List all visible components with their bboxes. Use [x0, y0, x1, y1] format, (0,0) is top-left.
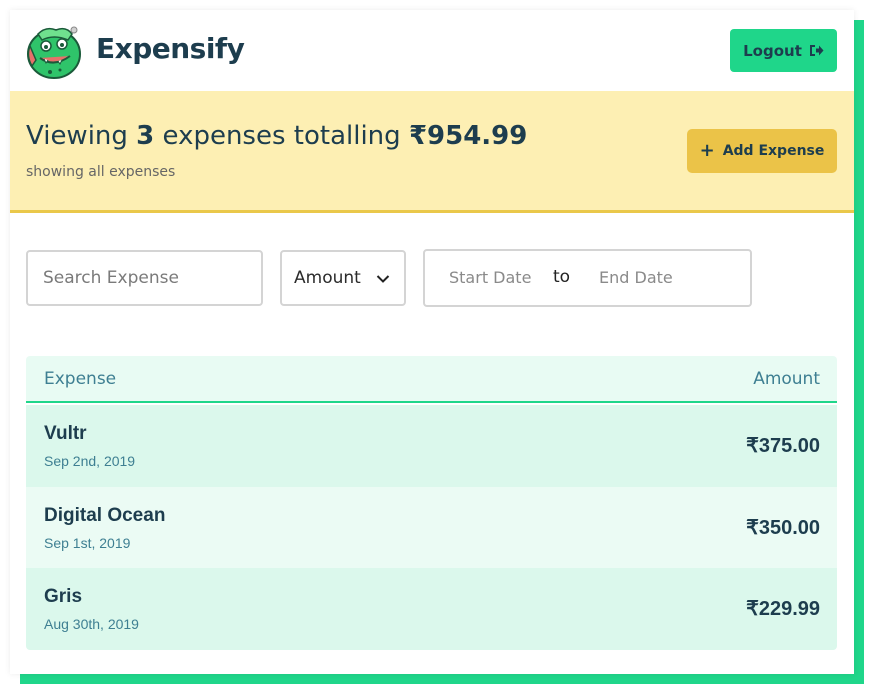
logout-label: Logout: [743, 41, 802, 60]
summary-prefix: Viewing: [26, 121, 137, 151]
expense-amount: ₹229.99: [746, 598, 820, 620]
expense-name: Digital Ocean: [44, 505, 166, 526]
logout-button[interactable]: Logout: [730, 29, 837, 72]
date-range-picker: Start Date to End Date: [423, 249, 752, 307]
expense-count: 3: [136, 121, 155, 151]
expense-date: Aug 30th, 2019: [44, 616, 139, 632]
expense-summary: Viewing 3 expenses totalling ₹954.99 sho…: [10, 91, 854, 213]
expense-date: Sep 2nd, 2019: [44, 453, 136, 469]
table-header: Expense Amount: [26, 356, 837, 403]
table-row[interactable]: Digital Ocean Sep 1st, 2019 ₹350.00: [26, 487, 837, 569]
dragon-mascot-icon: [27, 26, 81, 79]
plus-icon: +: [699, 140, 715, 161]
sort-select-value: Amount: [294, 268, 361, 288]
app-header: Expensify Logout: [10, 10, 854, 91]
expense-amount: ₹350.00: [746, 517, 820, 539]
filter-bar: Amount Start Date to End Date: [10, 249, 854, 309]
expense-total: ₹954.99: [408, 121, 528, 151]
summary-middle: expenses totalling: [154, 121, 409, 151]
chevron-down-icon: [376, 275, 390, 283]
expense-table: Expense Amount Vultr Sep 2nd, 2019 ₹375.…: [26, 356, 837, 650]
date-range-separator: to: [553, 267, 571, 287]
column-header-expense: Expense: [44, 369, 117, 389]
expense-amount: ₹375.00: [746, 435, 820, 457]
summary-title: Viewing 3 expenses totalling ₹954.99: [26, 121, 527, 151]
app-title: Expensify: [96, 32, 245, 65]
add-expense-label: Add Expense: [722, 143, 825, 159]
search-input[interactable]: [26, 250, 263, 306]
end-date-input[interactable]: End Date: [599, 268, 673, 287]
sign-out-icon: [809, 45, 824, 56]
add-expense-button[interactable]: + Add Expense: [687, 129, 837, 173]
sort-select[interactable]: Amount: [280, 250, 406, 306]
table-row[interactable]: Vultr Sep 2nd, 2019 ₹375.00: [26, 405, 837, 487]
expense-name: Vultr: [44, 423, 87, 444]
summary-subtitle: showing all expenses: [26, 164, 176, 180]
table-row[interactable]: Gris Aug 30th, 2019 ₹229.99: [26, 568, 837, 650]
expense-date: Sep 1st, 2019: [44, 535, 131, 551]
column-header-amount: Amount: [753, 369, 820, 389]
expense-name: Gris: [44, 586, 83, 607]
start-date-input[interactable]: Start Date: [449, 268, 531, 287]
app-card: Expensify Logout Viewing 3 expenses tota…: [10, 10, 854, 674]
